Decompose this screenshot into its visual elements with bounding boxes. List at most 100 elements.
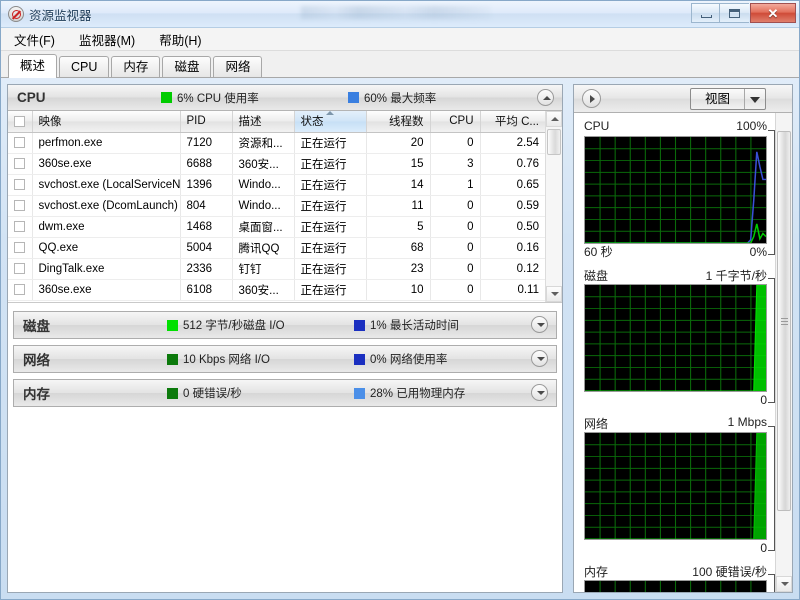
row-checkbox[interactable] [14,284,25,295]
collapse-panel-button[interactable] [582,89,601,108]
memory-section-expand-icon[interactable] [531,384,548,401]
cell-description: 360安... [232,279,294,300]
right-panel-scroll-down-icon[interactable] [776,576,792,592]
network-stat-primary: 10 Kbps 网络 I/O [167,351,270,367]
column-header-description[interactable]: 描述 [232,111,294,132]
tab-cpu[interactable]: CPU [59,56,109,77]
row-checkbox-cell[interactable] [8,258,32,279]
cell-pid: 5004 [180,237,232,258]
maximize-icon [729,9,740,18]
cpu-section-collapse-icon[interactable] [537,89,554,106]
table-row[interactable]: QQ.exe5004腾讯QQ正在运行6800.16 [8,237,545,258]
row-checkbox-cell[interactable] [8,237,32,258]
disk-graph-canvas [584,284,767,392]
menu-item-monitor[interactable]: 监视器(M) [76,28,138,51]
row-checkbox[interactable] [14,137,25,148]
right-panel-scroll-thumb[interactable] [777,131,791,511]
table-row[interactable]: dwm.exe1468桌面窗...正在运行500.50 [8,216,545,237]
disk-graph-block: 磁盘1 千字节/秒0 [574,267,775,409]
table-row[interactable]: svchost.exe (DcomLaunch)804Windo...正在运行1… [8,195,545,216]
disk-graph-scale-bracket [768,278,775,403]
column-header-image[interactable]: 映像 [32,111,180,132]
process-table-container: 映像 PID 描述 状态 线程数 CPU 平均 C... [8,111,562,303]
chevron-down-icon[interactable] [744,89,765,109]
cpu-graph-scale-bracket [768,130,775,255]
process-table: 映像 PID 描述 状态 线程数 CPU 平均 C... [8,111,545,301]
network-section-expand-icon[interactable] [531,350,548,367]
overview-right-panel: 视图 CPU100%60 秒0%磁盘1 千字节/秒0网络1 Mbps0内存100… [573,84,793,593]
overview-left-panel: CPU 6% CPU 使用率 60% 最大频率 [7,84,563,593]
memory-stat-secondary-label: 28% 已用物理内存 [370,385,465,401]
cell-description: 钉钉 [232,258,294,279]
table-row[interactable]: 360se.exe6108360安...正在运行1000.11 [8,279,545,300]
table-row[interactable]: DingTalk.exe2336钉钉正在运行2300.12 [8,258,545,279]
row-checkbox-cell[interactable] [8,153,32,174]
row-checkbox-cell[interactable] [8,195,32,216]
cell-image: svchost.exe (DcomLaunch) [32,195,180,216]
row-checkbox[interactable] [14,179,25,190]
column-header-select-all[interactable] [8,111,32,132]
row-checkbox[interactable] [14,200,25,211]
disk-graph-ymax: 1 千字节/秒 [706,267,767,284]
row-checkbox-cell[interactable] [8,174,32,195]
column-header-threads[interactable]: 线程数 [366,111,430,132]
scroll-thumb-grip [781,318,788,325]
menu-item-help[interactable]: 帮助(H) [156,28,204,51]
scroll-up-arrow-icon[interactable] [546,111,562,127]
cell-cpu: 0 [430,216,480,237]
row-checkbox-cell[interactable] [8,132,32,153]
maximize-button[interactable] [720,3,749,23]
memory-graph-block: 内存100 硬错误/秒 [574,563,775,592]
cell-cpu: 0 [430,279,480,300]
menu-item-file[interactable]: 文件(F) [11,28,58,51]
disk-section-expand-icon[interactable] [531,316,548,333]
column-header-status[interactable]: 状态 [294,111,366,132]
table-row[interactable]: 360se.exe6688360安...正在运行1530.76 [8,153,545,174]
memory-section-header[interactable]: 内存0 硬错误/秒28% 已用物理内存 [14,380,556,406]
network-graph-title: 网络 [584,415,608,432]
menu-bar: 文件(F) 监视器(M) 帮助(H) [1,28,799,51]
disk-section-header[interactable]: 磁盘512 字节/秒磁盘 I/O1% 最长活动时间 [14,312,556,338]
memory-stat-primary: 0 硬错误/秒 [167,385,242,401]
table-row[interactable]: svchost.exe (LocalServiceN...1396Windo..… [8,174,545,195]
cell-pid: 1396 [180,174,232,195]
cell-threads: 5 [366,216,430,237]
table-row[interactable]: perfmon.exe7120资源和...正在运行2002.54 [8,132,545,153]
tab-overview[interactable]: 概述 [8,54,57,78]
memory-stat-secondary: 28% 已用物理内存 [354,385,465,401]
memory-graph-labels: 内存100 硬错误/秒 [584,563,767,580]
cell-status: 正在运行 [294,153,366,174]
column-header-cpu[interactable]: CPU [430,111,480,132]
cpu-section-header[interactable]: CPU 6% CPU 使用率 60% 最大频率 [8,85,562,111]
minimize-button[interactable] [691,3,720,23]
process-table-scrollbar[interactable] [545,111,562,302]
scroll-down-arrow-icon[interactable] [546,286,562,302]
cell-pid: 804 [180,195,232,216]
view-button[interactable]: 视图 [690,88,766,110]
row-checkbox[interactable] [14,221,25,232]
cpu-usage-stat-label: 6% CPU 使用率 [177,90,259,106]
row-checkbox[interactable] [14,242,25,253]
row-checkbox-cell[interactable] [8,216,32,237]
close-button[interactable]: ✕ [750,3,796,23]
row-checkbox[interactable] [14,263,25,274]
process-table-scroll-thumb[interactable] [547,129,561,155]
cell-pid: 6688 [180,153,232,174]
tab-network[interactable]: 网络 [213,56,262,77]
window-title: 资源监视器 [29,5,92,24]
right-panel-scrollbar[interactable] [775,113,792,592]
column-header-pid[interactable]: PID [180,111,232,132]
cell-cpu: 1 [430,174,480,195]
row-checkbox-cell[interactable] [8,279,32,300]
memory-graph-ymax: 100 硬错误/秒 [692,563,767,580]
memory-section: 内存0 硬错误/秒28% 已用物理内存 [13,379,557,407]
disk-section-title: 磁盘 [14,315,173,335]
tab-memory[interactable]: 内存 [111,56,160,77]
cell-pid: 1468 [180,216,232,237]
tab-disk[interactable]: 磁盘 [162,56,211,77]
column-header-average-cpu[interactable]: 平均 C... [480,111,545,132]
select-all-checkbox[interactable] [14,116,25,127]
row-checkbox[interactable] [14,158,25,169]
disk-stat-secondary: 1% 最长活动时间 [354,317,459,333]
network-section-header[interactable]: 网络10 Kbps 网络 I/O0% 网络使用率 [14,346,556,372]
